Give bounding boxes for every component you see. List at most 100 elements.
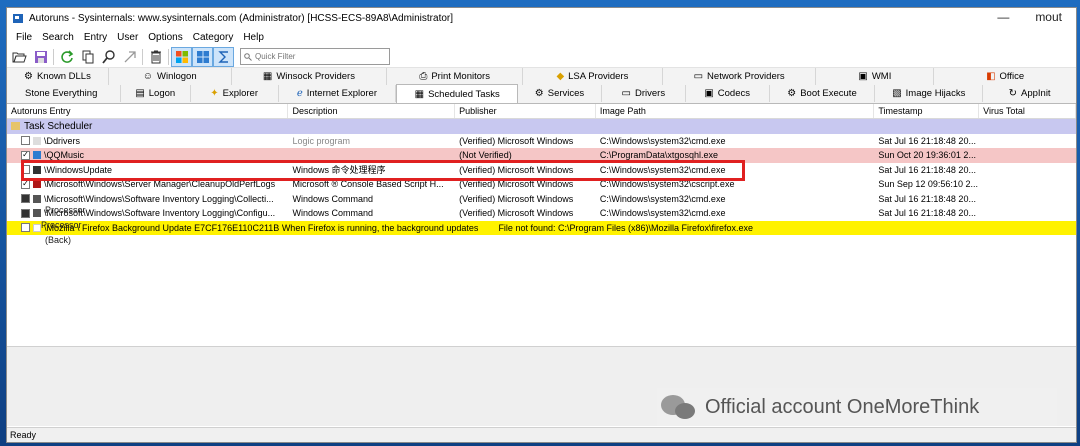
table-row[interactable]: \Microsoft\Windows\Software Inventory Lo… <box>7 206 1076 221</box>
tab-wmi[interactable]: ▣ WMI <box>816 68 935 85</box>
hijack-icon: ▧ <box>892 88 902 99</box>
entries-table: Autoruns Entry Description Publisher Ima… <box>7 104 1076 427</box>
column-image-path[interactable]: Image Path <box>596 104 875 118</box>
overlay-label: Processor <box>45 205 86 215</box>
filter-search-icon <box>244 52 252 61</box>
overlay-label: (Back) <box>45 235 72 245</box>
entry-checkbox[interactable]: ✓ <box>21 150 30 160</box>
column-timestamp[interactable]: Timestamp <box>874 104 980 118</box>
tab-lsa-providers[interactable]: ◆ LSA Providers <box>523 68 663 85</box>
tab-services[interactable]: ⚙ Services <box>518 85 602 102</box>
open-icon[interactable] <box>9 47 30 67</box>
category-tabs: ⚙ Known DLLs ☺ Winlogon ▦ Winsock Providers… <box>7 68 1076 104</box>
drivers-icon: ▭ <box>621 88 631 99</box>
tab-codecs[interactable]: ▣ Codecs <box>686 85 770 102</box>
printer-icon: ⎙ <box>419 71 428 82</box>
autoruns-window: Autoruns - Sysinternals: www.sysinternal… <box>6 7 1077 443</box>
entry-checkbox[interactable] <box>21 194 30 204</box>
tab-appinit[interactable]: ↻ AppInit <box>983 85 1076 102</box>
windows-entries-icon[interactable] <box>171 46 192 67</box>
watermark-text: Official account OneMoreThink <box>705 395 980 418</box>
table-row[interactable]: ✓ \Microsoft\Windows\Server Manager\Clean… <box>7 177 1076 192</box>
menu-user[interactable]: User <box>112 32 143 43</box>
codecs-icon: ▣ <box>704 88 714 99</box>
title-bar: Autoruns - Sysinternals: www.sysinternal… <box>7 8 1076 28</box>
column-autoruns-entry[interactable]: Autoruns Entry <box>7 104 289 118</box>
task-icon <box>33 194 41 203</box>
network-icon: ▭ <box>693 71 704 82</box>
quick-filter <box>240 48 390 65</box>
quick-filter-input[interactable] <box>255 49 380 64</box>
winlogon-icon: ☺ <box>142 71 153 82</box>
wechat-icon <box>661 393 697 421</box>
table-row-firefox-update[interactable]: \Mozilla \ Firefox Background Update E7C… <box>7 220 1076 235</box>
menu-category[interactable]: Category <box>188 32 239 43</box>
dll-icon: ⚙ <box>23 71 33 82</box>
sigma-icon[interactable] <box>213 46 234 67</box>
table-row[interactable]: \Ddrivers Logic program (Verified) Micro… <box>7 134 1076 149</box>
group-row-task-scheduler[interactable]: Task Scheduler <box>7 119 1076 134</box>
appinit-icon: ↻ <box>1008 88 1017 99</box>
folder-icon <box>11 122 20 131</box>
column-virus-total[interactable]: Virus Total <box>979 104 1076 118</box>
script-icon <box>33 180 41 189</box>
tab-network-providers[interactable]: ▭ Network Providers <box>663 68 817 85</box>
menu-bar: File Search Entry User Options Category … <box>7 28 1076 46</box>
table-row[interactable]: \Microsoft\Windows\Software Inventory Lo… <box>7 192 1076 207</box>
entry-checkbox[interactable]: ✓ <box>21 179 30 189</box>
tab-drivers[interactable]: ▭ Drivers <box>602 85 686 102</box>
entry-checkbox[interactable] <box>21 136 30 146</box>
shield-icon: ◆ <box>556 71 565 82</box>
save-icon[interactable] <box>30 47 51 67</box>
status-text: Ready <box>10 430 37 440</box>
toolbar <box>7 46 1076 68</box>
table-row-qqmusic[interactable]: ✓ \QQMusic (Not Verified) C:\ProgramData\… <box>7 148 1076 163</box>
tab-office[interactable]: ◧ Office <box>934 68 1076 85</box>
find-icon[interactable] <box>98 47 119 67</box>
task-icon <box>33 136 41 145</box>
copy-icon[interactable] <box>77 47 98 67</box>
menu-search[interactable]: Search <box>37 32 79 43</box>
delete-icon[interactable] <box>145 47 166 67</box>
group-label: Task Scheduler <box>24 120 93 132</box>
tab-boot-execute[interactable]: ⚙ Boot Execute <box>770 85 876 102</box>
tab-print-monitors[interactable]: ⎙ Print Monitors <box>387 68 524 85</box>
watermark: Official account OneMoreThink <box>657 388 1057 426</box>
jump-icon[interactable] <box>119 47 140 67</box>
tab-explorer[interactable]: ✦ Explorer <box>191 85 279 102</box>
tab-row-1: ⚙ Known DLLs ☺ Winlogon ▦ Winsock Providers… <box>7 68 1076 85</box>
tab-logon[interactable]: ▤ Logon <box>121 85 191 102</box>
entry-checkbox[interactable] <box>21 165 30 175</box>
task-icon <box>33 165 41 174</box>
tab-row-2: Stone Everything ▤ Logon ✦ Explorer ℯ Inter… <box>7 84 1076 103</box>
entry-checkbox[interactable] <box>21 208 30 218</box>
office-icon: ◧ <box>986 71 996 82</box>
services-icon: ⚙ <box>534 88 544 99</box>
menu-file[interactable]: File <box>11 32 37 43</box>
logon-icon: ▤ <box>135 88 145 99</box>
tab-stone-everything[interactable]: Stone Everything <box>7 85 121 102</box>
explorer-icon: ✦ <box>210 88 219 99</box>
table-row[interactable]: \WindowsUpdate Windows 命令处理程序 (Verified)… <box>7 163 1076 178</box>
winsock-icon: ▦ <box>262 71 273 82</box>
menu-options[interactable]: Options <box>143 32 187 43</box>
tab-winlogon[interactable]: ☺ Winlogon <box>109 68 232 85</box>
tab-image-hijacks[interactable]: ▧ Image Hijacks <box>875 85 984 102</box>
menu-entry[interactable]: Entry <box>79 32 112 43</box>
menu-help[interactable]: Help <box>238 32 269 43</box>
tab-known-dlls[interactable]: ⚙ Known DLLs <box>7 68 109 85</box>
refresh-icon[interactable] <box>56 47 77 67</box>
microsoft-entries-icon[interactable] <box>192 46 213 67</box>
tab-internet-explorer[interactable]: ℯ Internet Explorer <box>279 85 397 102</box>
column-description[interactable]: Description <box>288 104 456 118</box>
minimize-button[interactable]: — <box>997 10 1009 24</box>
task-icon <box>33 151 41 160</box>
entry-checkbox[interactable] <box>21 223 30 233</box>
window-title: Autoruns - Sysinternals: www.sysinternal… <box>29 12 454 24</box>
task-icon <box>33 209 41 218</box>
tab-winsock-providers[interactable]: ▦ Winsock Providers <box>232 68 388 85</box>
tab-scheduled-tasks[interactable]: ▦ Scheduled Tasks <box>396 84 519 103</box>
scheduled-tasks-icon: ▦ <box>414 88 425 100</box>
column-publisher[interactable]: Publisher <box>455 104 596 118</box>
autoruns-app-icon <box>13 13 23 23</box>
